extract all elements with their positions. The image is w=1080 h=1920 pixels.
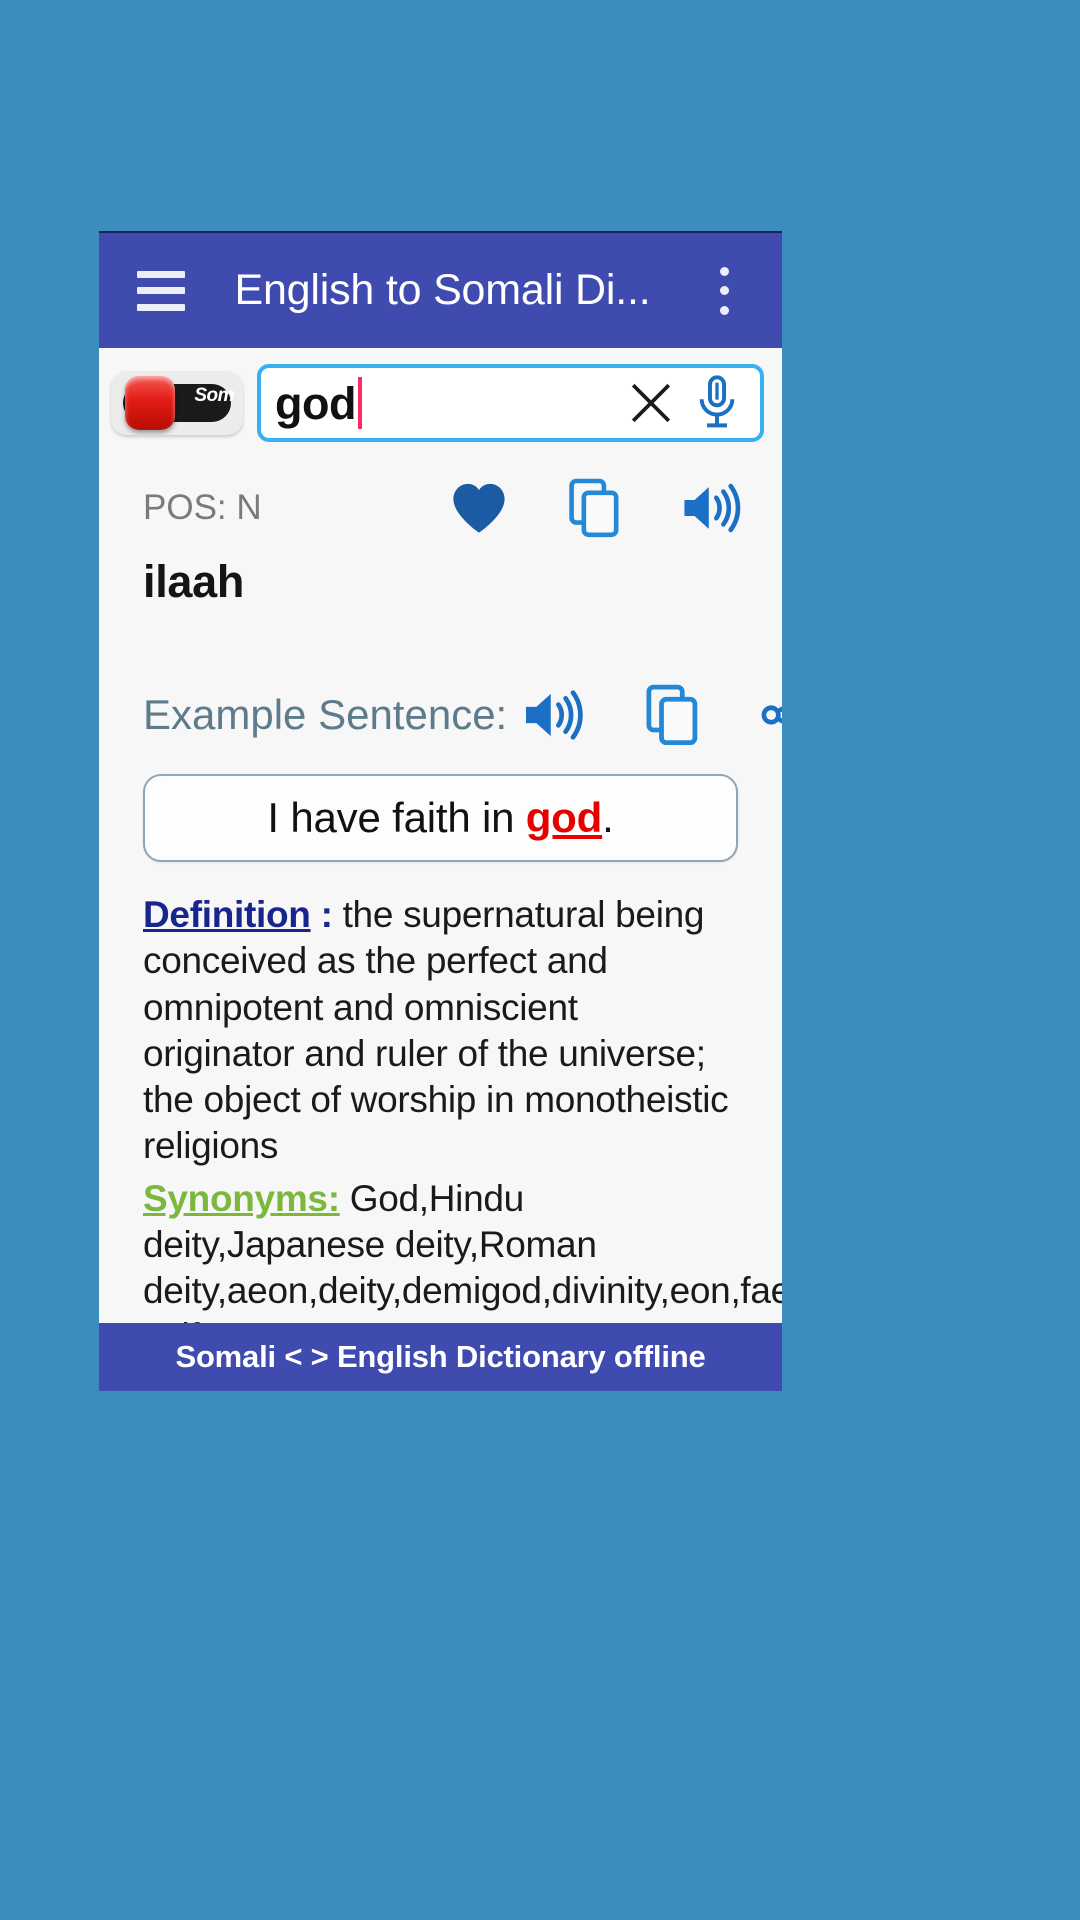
pos-row: POS: N bbox=[99, 456, 782, 538]
dot bbox=[719, 305, 729, 315]
close-x-icon[interactable] bbox=[622, 374, 680, 432]
example-sentence-label: Example Sentence: bbox=[143, 691, 508, 738]
search-input-value: god bbox=[275, 377, 356, 429]
footer-text: Somali < > English Dictionary offline bbox=[175, 1339, 706, 1374]
footer-banner: Somali < > English Dictionary offline bbox=[99, 1323, 782, 1391]
copy-icon[interactable] bbox=[568, 478, 620, 538]
copy-icon[interactable] bbox=[645, 684, 699, 746]
app-window: English to Somali Di... Som god POS: N i… bbox=[99, 231, 782, 1391]
hamburger-menu-icon[interactable] bbox=[137, 270, 185, 311]
sentence-keyword: god bbox=[525, 794, 603, 841]
example-sentence-text: I have faith in god. bbox=[267, 794, 613, 842]
hamburger-line bbox=[137, 270, 185, 278]
example-sentence-header: Example Sentence: bbox=[99, 608, 782, 746]
speaker-volume-icon[interactable] bbox=[521, 688, 585, 742]
speaker-volume-icon[interactable] bbox=[680, 481, 742, 535]
toggle-knob bbox=[125, 376, 175, 430]
page-title: English to Somali Di... bbox=[234, 266, 651, 314]
microphone-icon[interactable] bbox=[690, 372, 744, 434]
language-toggle-label: Som bbox=[194, 385, 234, 406]
headword: ilaah bbox=[143, 556, 245, 607]
heart-filled-icon[interactable] bbox=[450, 481, 508, 535]
sentence-prefix: I have faith in bbox=[267, 794, 526, 841]
dot bbox=[719, 266, 729, 276]
entry-actions bbox=[450, 478, 742, 538]
example-sentence-box: I have faith in god. bbox=[143, 774, 738, 862]
synonyms-label: Synonyms: bbox=[143, 1177, 340, 1219]
search-text-wrapper: god bbox=[275, 377, 622, 429]
share-icon[interactable] bbox=[759, 687, 782, 743]
dot bbox=[719, 286, 729, 295]
hamburger-line bbox=[137, 287, 185, 294]
hamburger-line bbox=[137, 303, 185, 311]
definition-label: Definition bbox=[143, 894, 311, 935]
entry-content: POS: N ilaah Example Sentence: I have fa… bbox=[99, 456, 782, 1391]
app-bar: English to Somali Di... bbox=[99, 231, 782, 348]
language-toggle-button[interactable]: Som bbox=[111, 371, 243, 435]
definition-separator: : bbox=[310, 894, 343, 935]
search-row: Som god bbox=[99, 348, 782, 456]
pos-label: POS: N bbox=[143, 488, 262, 527]
search-input[interactable]: god bbox=[257, 364, 764, 442]
example-actions bbox=[521, 684, 782, 746]
more-vert-icon[interactable] bbox=[704, 266, 744, 315]
text-caret bbox=[357, 377, 362, 429]
sentence-suffix: . bbox=[602, 794, 614, 841]
definition-block: Definition : the supernatural being conc… bbox=[99, 862, 782, 1170]
